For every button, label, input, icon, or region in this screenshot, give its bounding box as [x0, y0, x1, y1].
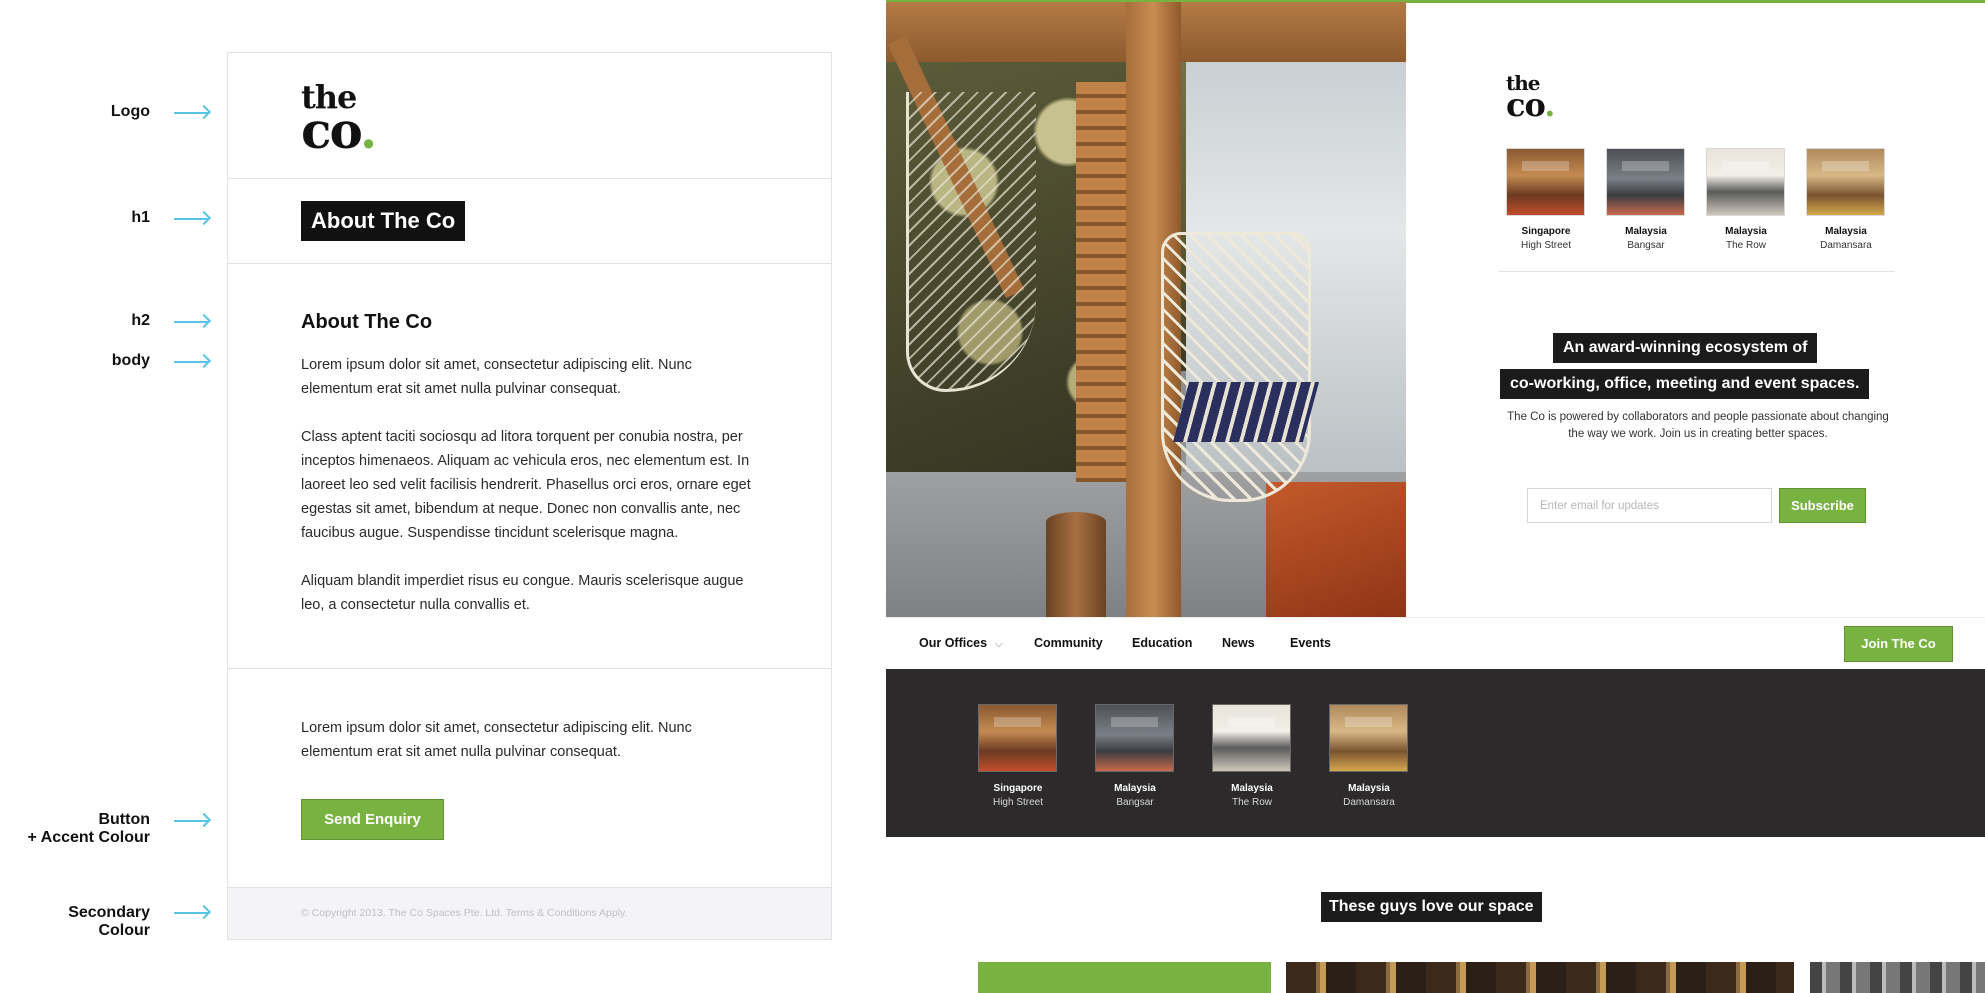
dropdown-thumb-bangsar[interactable] [1095, 704, 1174, 772]
location-place: High Street [992, 797, 1044, 808]
body-paragraph-1: Lorem ipsum dolor sit amet, consectetur … [301, 357, 692, 397]
location-country: Malaysia [1114, 783, 1156, 794]
dropdown-caption: Malaysia The Row [1202, 782, 1302, 810]
location-caption: Malaysia The Row [1696, 225, 1796, 253]
annotation-button: Button + Accent Colour [27, 811, 150, 847]
annotation-logo: Logo [110, 103, 150, 120]
main-nav: Our Offices ⌵ Community Education News Ev… [886, 617, 1985, 669]
secondary-colour-footer: © Copyright 2013. The Co Spaces Pte. Ltd… [228, 887, 831, 939]
hero-description: The Co is powered by collaborators and p… [1507, 411, 1889, 440]
body-paragraph-4: Lorem ipsum dolor sit amet, consectetur … [301, 720, 692, 760]
tree-stump-stool [1046, 512, 1106, 617]
logo-dot: . [359, 101, 377, 160]
location-country: Malaysia [1725, 226, 1767, 237]
dropdown-caption: Malaysia Damansara [1319, 782, 1419, 810]
red-floor [1266, 482, 1406, 617]
location-place: Bangsar [1116, 797, 1154, 808]
location-country: Malaysia [1348, 783, 1390, 794]
location-country: Singapore [1521, 226, 1571, 237]
arrow-icon [174, 112, 208, 114]
location-country: Malaysia [1231, 783, 1273, 794]
h1-sample: About The Co [301, 201, 466, 241]
arrow-icon [174, 820, 208, 822]
arrow-icon [174, 361, 208, 363]
h2-sample: About The Co [301, 311, 433, 333]
wood-planks [1076, 82, 1126, 482]
location-caption: Malaysia Damansara [1796, 225, 1896, 253]
location-thumb-damansara[interactable] [1806, 148, 1885, 216]
hammock [906, 92, 1036, 392]
testimonials-heading: These guys love our space [1321, 892, 1542, 922]
arrow-icon [174, 218, 208, 220]
annotation-secondary: Secondary Colour [68, 904, 150, 940]
location-place: Bangsar [1627, 240, 1665, 251]
tagline-line1: An award-winning ecosystem of [1553, 333, 1818, 363]
subscribe-button[interactable]: Subscribe [1779, 488, 1866, 523]
location-place: The Row [1231, 797, 1272, 808]
location-place: Damansara [1343, 797, 1395, 808]
annotation-secondary-line1: Secondary [68, 904, 150, 921]
location-place: The Row [1725, 240, 1766, 251]
nav-our-offices[interactable]: Our Offices ⌵ [919, 636, 1003, 650]
location-country: Malaysia [1625, 226, 1667, 237]
location-country: Singapore [993, 783, 1043, 794]
annotation-button-line2: + Accent Colour [27, 829, 150, 846]
nav-our-offices-label: Our Offices [919, 636, 988, 650]
site-logo-line2: co. [1506, 89, 1555, 121]
dropdown-thumb-damansara[interactable] [1329, 704, 1408, 772]
nav-news[interactable]: News [1222, 636, 1255, 650]
dropdown-thumb-high-street[interactable] [978, 704, 1057, 772]
logo: the co. [301, 81, 377, 156]
annotation-secondary-line2: Colour [98, 922, 150, 939]
logo-line2: co. [301, 106, 377, 156]
location-thumb-high-street[interactable] [1506, 148, 1585, 216]
style-guide-canvas: Logo h1 h2 body Button + Accent Colour S… [0, 0, 1985, 993]
hero-photo-hammock-swing [886, 2, 1406, 617]
arrow-icon [174, 912, 208, 914]
testimonial-card-photo[interactable] [1810, 962, 1985, 993]
nav-events[interactable]: Events [1290, 636, 1331, 650]
site-logo[interactable]: the co. [1506, 73, 1555, 121]
annotation-h2: h2 [131, 312, 150, 329]
style-guide-card: the co. About The Co About The Co Lorem … [227, 52, 832, 940]
dropdown-thumb-the-row[interactable] [1212, 704, 1291, 772]
location-thumb-the-row[interactable] [1706, 148, 1785, 216]
location-country: Malaysia [1825, 226, 1867, 237]
site-logo-word: co [1506, 86, 1545, 124]
email-updates-input[interactable] [1527, 488, 1772, 523]
arrow-icon [174, 321, 208, 323]
location-caption: Singapore High Street [1496, 225, 1596, 253]
offices-dropdown-panel: Singapore High Street Malaysia Bangsar Mal… [886, 669, 1985, 837]
chevron-down-icon: ⌵ [995, 639, 1003, 650]
location-caption: Malaysia Bangsar [1596, 225, 1696, 253]
annotation-h1: h1 [131, 209, 150, 226]
website-mockup: the co. Singapore High Street Malaysia Ban… [886, 0, 1985, 993]
nav-community[interactable]: Community [1034, 636, 1103, 650]
join-the-co-button[interactable]: Join The Co [1844, 626, 1953, 662]
body-paragraph-3: Aliquam blandit imperdiet risus eu congu… [301, 573, 744, 613]
dropdown-caption: Malaysia Bangsar [1085, 782, 1185, 810]
divider [1499, 271, 1895, 272]
annotation-button-line1: Button [98, 811, 150, 828]
location-place: Damansara [1820, 240, 1872, 251]
location-thumb-bangsar[interactable] [1606, 148, 1685, 216]
testimonial-card-photo[interactable] [1286, 962, 1794, 993]
testimonial-card-accent[interactable] [978, 962, 1271, 993]
annotation-body: body [111, 352, 150, 369]
site-logo-dot: . [1544, 86, 1555, 124]
send-enquiry-button[interactable]: Send Enquiry [301, 799, 444, 840]
hanging-chair-seat [1172, 382, 1320, 442]
tagline-line2: co-working, office, meeting and event sp… [1500, 369, 1870, 399]
logo-word: co [301, 101, 362, 160]
body-paragraph-2: Class aptent taciti sociosqu ad litora t… [301, 429, 751, 541]
location-place: High Street [1520, 240, 1572, 251]
dropdown-caption: Singapore High Street [968, 782, 1068, 810]
nav-education[interactable]: Education [1132, 636, 1192, 650]
copyright-text: © Copyright 2013. The Co Spaces Pte. Ltd… [301, 907, 628, 919]
hanging-chair [1161, 232, 1311, 502]
